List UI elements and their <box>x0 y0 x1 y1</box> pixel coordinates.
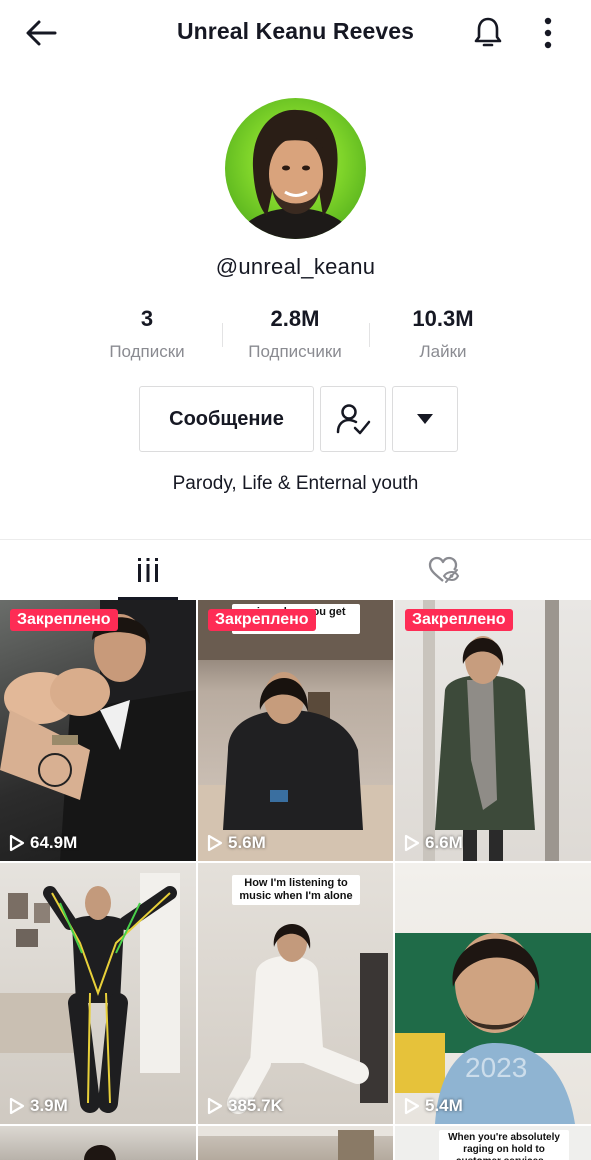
bell-icon <box>474 17 502 47</box>
thumbnail-image <box>0 600 196 861</box>
stat-following-value: 3 <box>140 306 154 331</box>
thumbnail-image <box>198 600 393 861</box>
more-options-button[interactable] <box>532 12 564 54</box>
view-count: 5.6M <box>207 833 266 853</box>
grid-icon <box>137 558 158 582</box>
video-caption: When you're absolutely raging on hold to… <box>439 1130 569 1160</box>
play-icon <box>207 834 223 852</box>
stat-likes[interactable]: 10.3M Лайки <box>368 306 518 362</box>
view-count: 6.6M <box>404 833 463 853</box>
play-icon <box>404 1097 420 1115</box>
video-grid: Закреплено 64.9M arise when you get old?… <box>0 600 591 1160</box>
stat-followers-label: Подписчики <box>248 342 342 361</box>
profile-tabs <box>0 539 591 600</box>
caret-down-icon <box>417 414 433 424</box>
stat-likes-label: Лайки <box>419 342 467 361</box>
pinned-badge: Закреплено <box>10 609 118 631</box>
pinned-badge: Закреплено <box>208 609 316 631</box>
view-count-text: 64.9M <box>30 833 78 852</box>
view-count: 385.7K <box>207 1096 283 1116</box>
thumbnail-image <box>84 1144 116 1160</box>
video-thumbnail[interactable] <box>0 1126 196 1160</box>
view-count-text: 5.6M <box>228 833 266 852</box>
top-bar: Unreal Keanu Reeves <box>0 0 591 66</box>
friend-status-button[interactable] <box>320 386 386 452</box>
video-caption: How I'm listening to music when I'm alon… <box>232 875 360 906</box>
play-icon <box>9 1097 25 1115</box>
video-thumbnail[interactable]: Закреплено 64.9M <box>0 600 196 861</box>
play-icon <box>404 834 420 852</box>
stat-following[interactable]: 3 Подписки <box>72 306 222 362</box>
profile-stats: 3 Подписки 2.8M Подписчики 10.3M Лайки <box>80 306 511 370</box>
video-caption: 2023 <box>465 1052 528 1083</box>
profile-bio: Parody, Life & Enternal youth <box>172 473 419 494</box>
notifications-button[interactable] <box>468 12 508 54</box>
view-count: 64.9M <box>9 833 77 853</box>
username: @unreal_keanu <box>215 254 376 279</box>
user-check-icon <box>336 404 371 435</box>
view-count-text: 6.6M <box>425 833 463 852</box>
stat-following-label: Подписки <box>109 342 185 361</box>
hidden-likes-icon <box>428 556 459 583</box>
video-thumbnail[interactable]: When you're absolutely raging on hold to… <box>395 1126 591 1160</box>
view-count: 3.9M <box>9 1096 68 1116</box>
video-thumbnail[interactable]: 2023 5.4M <box>395 863 591 1124</box>
thumbnail-image <box>0 873 180 1113</box>
pinned-badge: Закреплено <box>405 609 513 631</box>
thumbnail-image <box>423 600 559 861</box>
stat-followers-value: 2.8M <box>270 306 320 331</box>
avatar[interactable] <box>225 98 366 239</box>
view-count-text: 3.9M <box>30 1096 68 1115</box>
message-button[interactable]: Сообщение <box>139 386 314 452</box>
tab-videos[interactable] <box>0 540 295 600</box>
stat-likes-value: 10.3M <box>412 306 474 331</box>
video-thumbnail[interactable]: How I'm listening to music when I'm alon… <box>198 863 393 1124</box>
more-actions-dropdown[interactable] <box>392 386 458 452</box>
video-thumbnail[interactable]: arise when you get old? Закреплено 5.6M <box>198 600 393 861</box>
tab-liked[interactable] <box>296 540 591 600</box>
play-icon <box>207 1097 223 1115</box>
play-icon <box>9 834 25 852</box>
thumbnail-image <box>198 1126 393 1160</box>
more-vertical-icon <box>544 17 552 49</box>
stat-followers[interactable]: 2.8M Подписчики <box>220 306 370 362</box>
view-count-text: 5.4M <box>425 1096 463 1115</box>
view-count-text: 385.7K <box>228 1096 283 1115</box>
video-thumbnail[interactable]: Закреплено 6.6M <box>395 600 591 861</box>
video-thumbnail[interactable]: 3.9M <box>0 863 196 1124</box>
view-count: 5.4M <box>404 1096 463 1116</box>
avatar-portrait <box>234 109 356 239</box>
video-thumbnail[interactable] <box>198 1126 393 1160</box>
